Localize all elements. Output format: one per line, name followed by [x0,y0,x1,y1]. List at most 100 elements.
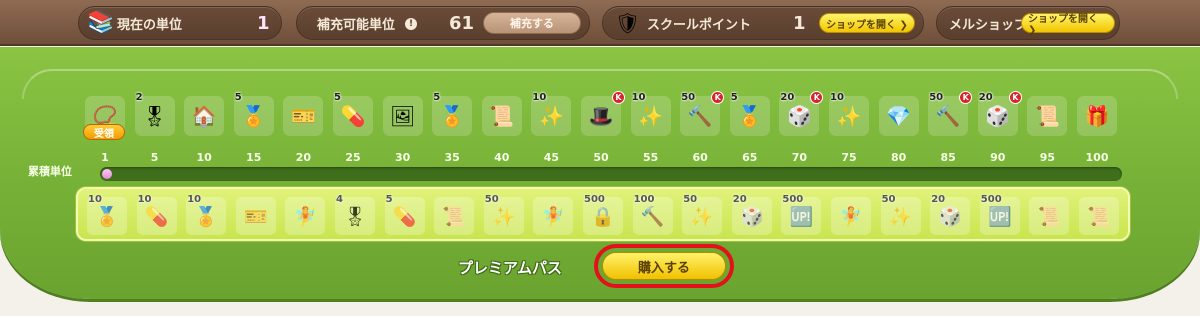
fairy-icon: 🧚 [293,205,318,228]
premium-reward-slot[interactable]: 📜 [1079,197,1119,235]
meru-open-shop-button[interactable]: ショップを開く ❯ [1021,13,1115,36]
star-fragment-icon: ✨ [836,104,862,128]
free-reward-slot[interactable]: 🏅 5 [432,92,473,136]
gold-medal-icon: 🎖 [141,104,168,128]
school-points-pill: 🛡 スクールポイント 1 ショップを開く ❯ [602,6,924,40]
refill-button[interactable]: 補充する [483,12,581,34]
premium-reward-slot[interactable]: ✨ 50 [682,194,723,235]
reward-quantity: 500 [980,194,1002,205]
premium-reward-slot[interactable]: 🎲 20 [731,194,772,235]
premium-pass-label: プレミアムパス [458,259,562,277]
premium-reward-slot[interactable]: 🧚 [831,197,871,235]
gold-emblem-icon: 🏅 [439,104,465,128]
purple-cube-icon: 🎲 [739,205,764,228]
premium-reward-slot[interactable]: 💊 10 [136,194,177,235]
premium-reward-slot[interactable]: 📜 [1029,197,1070,235]
red-capsule-icon: 💊 [340,104,366,128]
premium-reward-slot[interactable]: 🆙 500 [979,194,1020,235]
free-reward-slot[interactable]: 🎫 [283,96,324,136]
free-reward-slot[interactable]: 🏠 [184,96,225,136]
progress-bar [100,167,1122,181]
premium-reward-slot[interactable]: 🧚 [533,197,574,235]
premium-reward-slot[interactable]: 🎖 4 [335,194,375,235]
free-reward-slot[interactable]: 📜 [481,96,522,136]
free-reward-slot[interactable]: 🎩 K [581,91,625,136]
premium-reward-slot[interactable]: 🧚 [285,197,326,235]
buy-button[interactable]: 購入する [602,252,726,280]
unit-tick-label: 100 [1085,151,1109,164]
hammer-icon: 🔨 [687,104,713,128]
premium-reward-slot[interactable]: 🎲 20 [930,194,971,235]
current-units-value: 1 [257,12,270,34]
reward-quantity: 4 [336,194,343,205]
scroll-icon: 📜 [442,205,467,228]
free-reward-slot[interactable]: ✨ 10 [630,92,671,136]
free-reward-slot[interactable]: 🔨 50 K [680,91,725,136]
free-reward-slot[interactable]: 🎲 20 K [779,91,824,136]
premium-reward-slot[interactable]: 🔒 500 [583,194,623,235]
premium-reward-slot[interactable]: 🏅 10 [87,194,127,235]
unit-tick-label: 95 [1039,151,1056,164]
free-reward-slot[interactable]: 📜 [1027,96,1068,136]
k-badge-icon: K [612,91,625,104]
gold-emblem-icon: 🏅 [241,104,267,128]
free-reward-slot[interactable]: 💎 [878,96,919,136]
free-reward-slot[interactable]: 🔨 50 K [928,91,973,136]
reward-quantity: 10 [187,194,202,205]
free-reward-slot[interactable]: 💊 5 [333,92,373,136]
premium-reward-slot[interactable]: ✨ 50 [483,194,524,235]
free-reward-slot[interactable]: 🎖 2 [134,92,175,136]
exp-icon: 🆙 [987,205,1012,228]
reward-quantity: 50 [683,194,698,205]
premium-reward-slot[interactable]: 🆙 500 [781,194,822,235]
premium-rewards-panel: 🏅 10 💊 10 🏅 10 🎫 🧚 🎖 4 💊 5 📜 ✨ 50 🧚 🔒 500 🔨 100 ✨ 50 🎲 20 🆙 500 🧚 ✨… [76,187,1130,241]
premium-reward-slot[interactable]: 🏅 10 [186,194,227,235]
progress-fill [102,169,113,179]
unit-tick-label: 60 [692,151,708,164]
premium-reward-slot[interactable]: 📜 [434,197,475,235]
free-reward-slot[interactable]: 🎁 [1077,96,1117,136]
info-icon[interactable]: ! [405,18,417,30]
premium-reward-slot[interactable]: ✨ 50 [880,194,921,235]
crystal-icon: 💎 [886,104,912,128]
green-cube-icon: 🎲 [985,104,1011,128]
free-reward-slot[interactable]: 🎲 20 K [977,91,1022,136]
reward-quantity: 20 [780,92,795,103]
premium-reward-slot[interactable]: 💊 5 [384,194,425,235]
reward-quantity: 20 [931,194,946,205]
premium-reward-slot[interactable]: 🎫 [235,197,276,235]
unit-tick-label: 80 [890,151,907,164]
hammer-icon: 🔨 [935,104,961,128]
k-badge-icon: K [1008,91,1022,104]
hammer-icon: 🔨 [640,205,665,228]
scroll-icon: 📜 [489,104,515,128]
free-reward-slot[interactable]: 🏅 5 [233,92,274,136]
unit-tick-label: 75 [841,151,857,164]
red-capsule-icon: 💊 [392,205,417,228]
gem-necklace-icon: 📿 [92,104,118,128]
free-reward-slot[interactable]: 🖼 [382,96,423,136]
refill-units-label: 補充可能単位 [317,17,396,33]
premium-reward-slot[interactable]: 🔨 100 [632,194,673,235]
free-reward-slot[interactable]: ✨ 10 [531,92,572,136]
purple-cube-icon: 🎲 [786,104,812,128]
unit-tick-label: 90 [990,151,1006,164]
house-icon: 🏠 [191,104,217,128]
reward-quantity: 50 [681,92,696,103]
fairy-icon: 🧚 [839,205,863,228]
reward-quantity: 10 [532,92,547,103]
free-reward-slot[interactable]: 🏅 5 [729,92,770,136]
school-points-value: 1 [793,12,806,34]
unit-tick-label: 55 [642,151,659,164]
unit-tick-label: 10 [196,151,212,164]
unit-tick-label: 70 [791,151,808,164]
free-reward-slot[interactable]: ✨ 10 [829,92,869,136]
lock-icon: 🔒 [591,205,615,228]
reward-quantity: 5 [234,92,242,103]
current-units-label: 現在の単位 [117,17,183,33]
open-shop-button[interactable]: ショップを開く ❯ [819,13,915,33]
reward-quantity: 20 [978,92,993,103]
reward-quantity: 10 [88,194,102,205]
top-status-bar: 📚 現在の単位 1 補充可能単位 ! 61 補充する 🛡 スクールポイント 1 … [0,0,1200,46]
star-fragment-icon: ✨ [888,205,913,228]
